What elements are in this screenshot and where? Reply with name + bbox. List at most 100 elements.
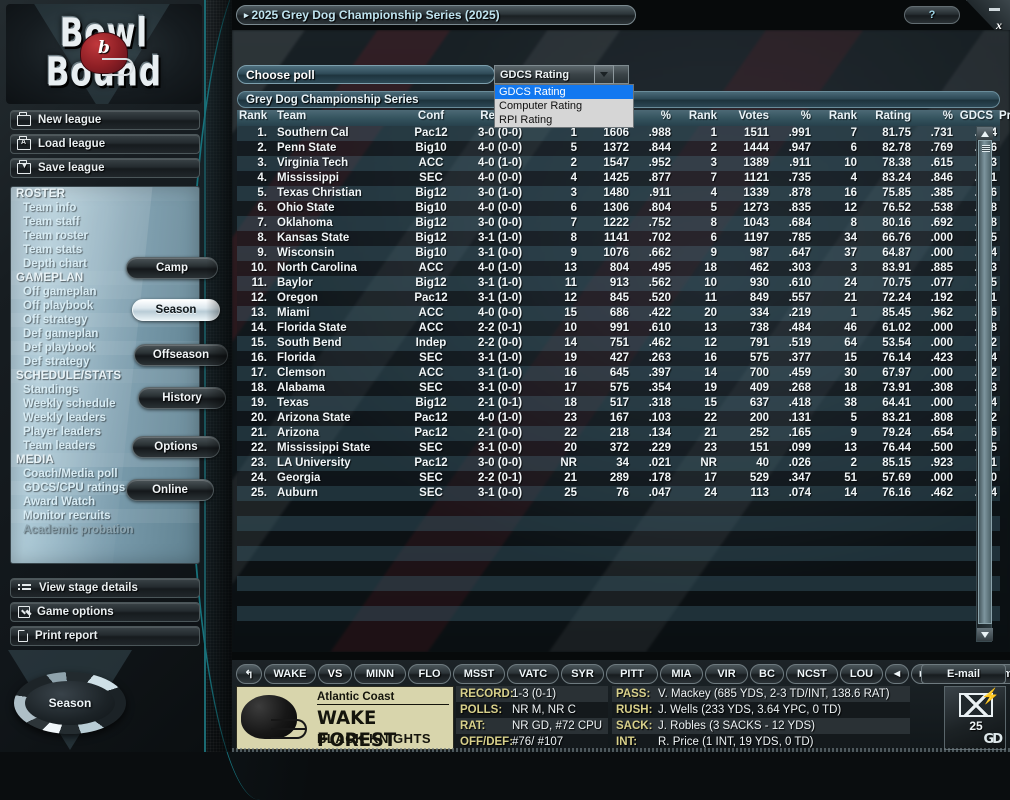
- table-row[interactable]: 13.MiamiACC4-0 (0-0)15686.42220334.21918…: [237, 306, 1000, 321]
- window-title: 2025 Grey Dog Championship Series (2025): [252, 8, 500, 22]
- team-tab-bc[interactable]: BC: [750, 664, 784, 684]
- cell-v1: 1222: [581, 217, 629, 229]
- sidebar-item-academic-probation[interactable]: Academic probation: [11, 523, 199, 537]
- mode-pill-season[interactable]: Season: [132, 299, 220, 321]
- table-row[interactable]: 10.North CarolinaACC4-0 (1-0)13804.49518…: [237, 261, 1000, 276]
- cell-v1: 1547: [581, 157, 629, 169]
- mode-pill-offseason[interactable]: Offseason: [134, 344, 228, 366]
- mode-pill-camp[interactable]: Camp: [126, 257, 218, 279]
- table-row[interactable]: 22.Mississippi StateSEC3-1 (0-0)20372.22…: [237, 441, 1000, 456]
- team-tab-msst[interactable]: MSST: [453, 664, 505, 684]
- team-tab-ncst[interactable]: NCST: [786, 664, 838, 684]
- scrollbar-thumb[interactable]: [978, 140, 992, 624]
- cell-k3: 14: [815, 487, 857, 499]
- sidebar-item-monitor-recruits[interactable]: Monitor recruits: [11, 509, 199, 523]
- table-row[interactable]: 7.OklahomaBig123-0 (0-0)71222.75281043.6…: [237, 216, 1000, 231]
- load-league-button[interactable]: A Load league: [10, 134, 200, 154]
- cell-k1: 5: [535, 142, 577, 154]
- back-arrow-icon[interactable]: ↰: [236, 664, 262, 684]
- team-tab-vatc[interactable]: VATC: [507, 664, 559, 684]
- email-button[interactable]: E-mail: [921, 664, 1006, 684]
- stat-label: RECORD:: [456, 688, 512, 700]
- table-row[interactable]: 2.Penn StateBig104-0 (0-0)51372.84421444…: [237, 141, 1000, 156]
- table-row[interactable]: 15.South BendIndep2-2 (0-0)14751.4621279…: [237, 336, 1000, 351]
- table-row[interactable]: 1.Southern CalPac123-0 (0-0)11606.988115…: [237, 126, 1000, 141]
- table-row[interactable]: 4.MississippiSEC4-0 (0-0)41425.87771121.…: [237, 171, 1000, 186]
- mode-pill-history[interactable]: History: [138, 387, 226, 409]
- table-row[interactable]: 21.ArizonaPac122-1 (0-0)22218.13421252.1…: [237, 426, 1000, 441]
- save-league-button[interactable]: ▼ Save league: [10, 158, 200, 178]
- table-row[interactable]: 8.Kansas StateBig123-1 (1-0)81141.702611…: [237, 231, 1000, 246]
- table-row[interactable]: 5.Texas ChristianBig123-0 (1-0)31480.911…: [237, 186, 1000, 201]
- cell-rating: 76.16: [861, 487, 911, 499]
- stat-value: J. Wells (233 YDS, 3.64 YPC, 0 TD): [658, 704, 841, 716]
- cell-p3: .731: [915, 127, 953, 139]
- poll-dropdown-list[interactable]: GDCS Rating Computer Rating RPI Rating: [494, 84, 634, 128]
- table-row[interactable]: 25.AuburnSEC3-1 (0-0)2576.04724113.07414…: [237, 486, 1000, 501]
- game-options-button[interactable]: Game options: [10, 602, 200, 622]
- prev-team-button[interactable]: ◄: [885, 664, 909, 684]
- table-row[interactable]: 16.FloridaSEC3-1 (1-0)19427.26316575.377…: [237, 351, 1000, 366]
- table-row[interactable]: 3.Virginia TechACC4-0 (1-0)21547.9523138…: [237, 156, 1000, 171]
- table-row[interactable]: 19.TexasBig122-1 (0-1)18517.31815637.418…: [237, 396, 1000, 411]
- help-button[interactable]: ?: [904, 6, 960, 24]
- cell-p2: .484: [773, 322, 811, 334]
- email-indicator-box[interactable]: ⚡ 25 GD: [944, 686, 1006, 750]
- table-row[interactable]: 18.AlabamaSEC3-1 (0-0)17575.35419409.268…: [237, 381, 1000, 396]
- folder-open-icon: A: [17, 139, 31, 150]
- sidebar-item-team-stats[interactable]: Team stats: [11, 243, 199, 257]
- poll-option-computer[interactable]: Computer Rating: [495, 99, 633, 113]
- scroll-up-icon[interactable]: [977, 127, 993, 140]
- team-tab-lou[interactable]: LOU: [840, 664, 883, 684]
- cell-p2: .347: [773, 472, 811, 484]
- cell-v1: 372: [581, 442, 629, 454]
- mode-pill-season-label: Season: [156, 304, 197, 316]
- cell-k2: 15: [675, 397, 717, 409]
- cell-p3: .846: [915, 172, 953, 184]
- cell-v2: 637: [721, 397, 769, 409]
- scroll-down-icon[interactable]: [977, 628, 993, 641]
- table-row[interactable]: 20.Arizona StatePac124-0 (1-0)23167.1032…: [237, 411, 1000, 426]
- sidebar-item-team-roster[interactable]: Team roster: [11, 229, 199, 243]
- minimize-button[interactable]: [989, 8, 1000, 11]
- team-tab-syr[interactable]: SYR: [561, 664, 604, 684]
- sidebar-item-def-gameplan[interactable]: Def gameplan: [11, 327, 199, 341]
- new-league-button[interactable]: New league: [10, 110, 200, 130]
- team-tab-mia[interactable]: MIA: [660, 664, 703, 684]
- team-tab-wake[interactable]: WAKE: [264, 664, 316, 684]
- table-row[interactable]: 12.OregonPac123-1 (1-0)12845.52011849.55…: [237, 291, 1000, 306]
- table-row[interactable]: 24.GeorgiaSEC2-2 (0-1)21289.17817529.347…: [237, 471, 1000, 486]
- table-row[interactable]: 9.WisconsinBig103-1 (0-0)91076.6629987.6…: [237, 246, 1000, 261]
- sidebar-item-weekly-leaders[interactable]: Weekly leaders: [11, 411, 199, 425]
- print-report-button[interactable]: Print report: [10, 626, 200, 646]
- cell-record: 2-2 (0-0): [465, 337, 535, 349]
- sidebar-item-team-info[interactable]: Team info: [11, 201, 199, 215]
- cell-v2: 1197: [721, 232, 769, 244]
- table-row[interactable]: 11.BaylorBig123-1 (1-0)11913.56210930.61…: [237, 276, 1000, 291]
- team-tab-flo[interactable]: FLO: [408, 664, 451, 684]
- sidebar-item-off-gameplan[interactable]: Off gameplan: [11, 285, 199, 299]
- chevron-down-icon[interactable]: [594, 65, 614, 84]
- cell-rank: 25.: [237, 487, 267, 499]
- team-tab-pitt[interactable]: PITT: [606, 664, 658, 684]
- table-row[interactable]: 23.LA UniversityPac123-0 (0-0)NR34.021NR…: [237, 456, 1000, 471]
- season-dial[interactable]: Season: [14, 672, 126, 734]
- sidebar-item-team-staff[interactable]: Team staff: [11, 215, 199, 229]
- cell-k2: 22: [675, 412, 717, 424]
- poll-option-rpi[interactable]: RPI Rating: [495, 113, 633, 127]
- cell-k3: 34: [815, 232, 857, 244]
- table-row[interactable]: 6.Ohio StateBig104-0 (0-0)61306.80451273…: [237, 201, 1000, 216]
- mode-pill-options[interactable]: Options: [132, 436, 220, 458]
- team-tab-minn[interactable]: MINN: [354, 664, 406, 684]
- table-row[interactable]: 17.ClemsonACC3-1 (1-0)16645.39714700.459…: [237, 366, 1000, 381]
- team-tab-vir[interactable]: VIR: [705, 664, 748, 684]
- table-row[interactable]: 14.Florida StateACC2-2 (0-1)10991.610137…: [237, 321, 1000, 336]
- cell-rank: 24.: [237, 472, 267, 484]
- poll-option-gdcs[interactable]: GDCS Rating: [495, 85, 633, 99]
- view-stage-details-button[interactable]: View stage details: [10, 578, 200, 598]
- team-tab-vs[interactable]: VS: [318, 664, 352, 684]
- stat-label: PASS:: [612, 688, 658, 700]
- col-header-rank-3: Rank: [675, 110, 717, 122]
- mode-pill-online[interactable]: Online: [126, 479, 214, 501]
- table-scrollbar[interactable]: [976, 126, 992, 642]
